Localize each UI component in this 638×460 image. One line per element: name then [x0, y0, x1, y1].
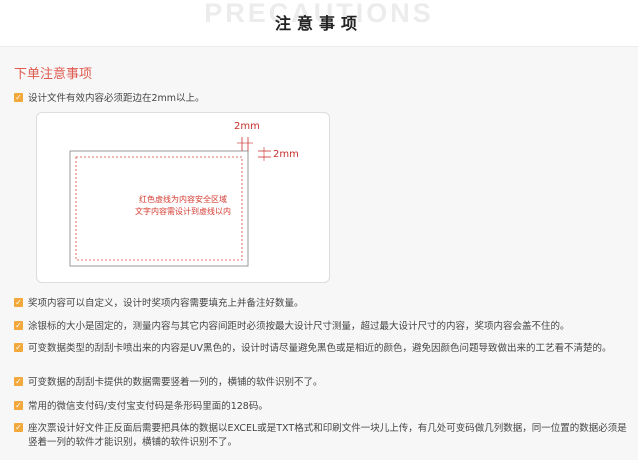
checkbox-checked-icon: ✓: [14, 401, 23, 410]
margin-label-right: 2mm: [273, 149, 299, 160]
section-title: 下单注意事项: [14, 67, 93, 82]
checkbox-checked-icon: ✓: [14, 93, 23, 102]
checkbox-checked-icon: ✓: [14, 423, 23, 432]
checkbox-checked-icon: ✓: [14, 377, 23, 386]
page-header: PRECAUTIONS 注意事项: [0, 0, 638, 47]
notice-text: 可变数据的刮刮卡提供的数据需要竖着一列的，横铺的软件识别不了。: [28, 377, 323, 388]
checkbox-checked-icon: ✓: [14, 321, 23, 330]
notice-text: 座次票设计好文件正反面后需要把具体的数据以EXCEL或是TXT格式和印刷文件一块…: [28, 423, 627, 448]
safe-area-note-line1: 红色虚线为内容安全区域: [139, 195, 227, 204]
notice-text: 奖项内容可以自定义，设计时奖项内容需要填充上并备注好数量。: [28, 298, 304, 309]
notice-text: 涂银标的大小是固定的，测量内容与其它内容间距时必须按最大设计尺寸测量，超过最大设…: [28, 321, 570, 332]
checkbox-checked-icon: ✓: [14, 298, 23, 307]
notice-text: 常用的微信支付码/支付宝支付码是条形码里面的128码。: [28, 401, 268, 412]
safe-area-note-line2: 文字内容需设计到虚线以内: [135, 207, 231, 216]
margin-label-top: 2mm: [234, 121, 260, 132]
notice-text: 可变数据类型的刮刮卡喷出来的内容是UV黑色的，设计时请尽量避免黑色或是相近的颜色…: [28, 343, 612, 354]
notice-panel: 下单注意事项 ✓ 设计文件有效内容必须距边在2mm以上。 2mm 2mm 红色虚…: [0, 47, 638, 460]
safe-area-diagram: 2mm 2mm 红色虚线为内容安全区域 文字内容需设计到虚线以内: [36, 112, 330, 283]
page-title: 注意事项: [274, 14, 363, 33]
notice-text: 设计文件有效内容必须距边在2mm以上。: [28, 93, 205, 104]
checkbox-checked-icon: ✓: [14, 343, 23, 352]
